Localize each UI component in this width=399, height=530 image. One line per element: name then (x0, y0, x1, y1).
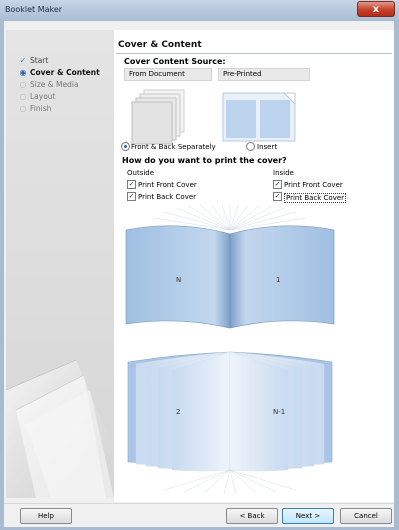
outside-back-cover-checkbox[interactable]: ✓ (127, 192, 136, 201)
step-layout: ○ Layout (20, 92, 56, 101)
inside-left-page-label: 2 (176, 408, 181, 416)
cover-source-label: Cover Content Source: (124, 57, 226, 66)
outside-cover-preview (125, 204, 335, 329)
close-button[interactable]: x (357, 1, 395, 17)
step-label: Finish (30, 104, 52, 113)
step-finish: ○ Finish (20, 104, 52, 113)
step-label: Start (30, 56, 49, 65)
inside-back-cover-label: Print Back Cover (284, 193, 347, 203)
outside-front-cover-label: Print Front Cover (138, 181, 197, 189)
inside-right-page-label: N-1 (273, 408, 286, 416)
pending-step-icon: ○ (19, 92, 27, 101)
back-button[interactable]: < Back (226, 508, 278, 524)
step-label: Size & Media (30, 80, 79, 89)
insert-radio[interactable] (246, 142, 255, 151)
outside-back-cover-label: Print Back Cover (138, 193, 197, 201)
pending-step-icon: ○ (19, 104, 27, 113)
source-pre-printed-option[interactable]: Pre-Printed (218, 68, 310, 81)
source-from-document-option[interactable]: From Document (124, 68, 212, 81)
insert-label: Insert (257, 143, 278, 151)
front-back-separately-thumbnail[interactable] (130, 88, 210, 148)
inside-front-cover-checkbox[interactable]: ✓ (273, 180, 282, 189)
cancel-button[interactable]: Cancel (340, 508, 392, 524)
outside-label: Outside (127, 169, 155, 177)
outside-right-page-label: 1 (276, 276, 281, 284)
step-size-media: ○ Size & Media (20, 80, 79, 89)
step-label: Layout (30, 92, 56, 101)
front-back-separately-radio[interactable] (121, 142, 130, 151)
step-cover-content: ◉ Cover & Content (20, 68, 100, 77)
outside-left-page-label: N (176, 276, 182, 284)
pending-step-icon: ○ (19, 80, 27, 89)
inside-front-cover-label: Print Front Cover (284, 181, 343, 189)
next-button[interactable]: Next > (282, 508, 334, 524)
insert-thumbnail[interactable] (222, 92, 300, 144)
inside-label: Inside (273, 169, 294, 177)
print-cover-question: How do you want to print the cover? (122, 156, 287, 165)
window-title: Booklet Maker (5, 5, 63, 14)
step-start: ✓ Start (20, 56, 49, 65)
help-button[interactable]: Help (20, 508, 72, 524)
wizard-sidebar: ✓ Start ◉ Cover & Content ○ Size & Media… (6, 30, 114, 498)
inside-back-cover-checkbox[interactable]: ✓ (273, 192, 282, 201)
checkmark-icon: ✓ (19, 56, 27, 65)
outside-front-cover-checkbox[interactable]: ✓ (127, 180, 136, 189)
step-label: Cover & Content (30, 68, 100, 77)
divider (116, 53, 392, 54)
inside-cover-preview (127, 351, 333, 494)
page-title: Cover & Content (118, 40, 202, 50)
front-back-separately-label: Front & Back Separately (131, 143, 216, 151)
current-step-icon: ◉ (19, 68, 27, 77)
